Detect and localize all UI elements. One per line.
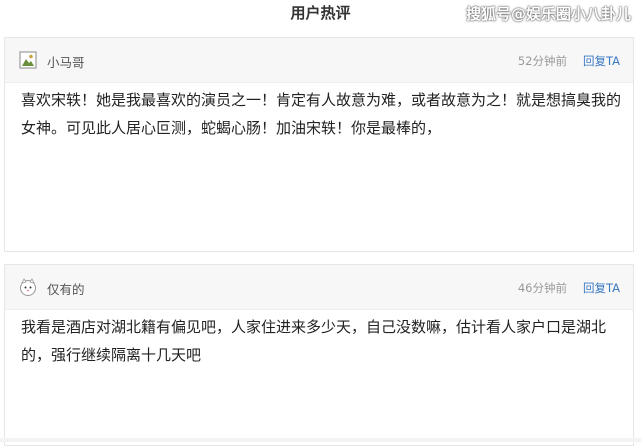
comment-header: 小马哥 52分钟前 回复TA [5, 38, 633, 83]
cat-avatar-icon[interactable] [19, 278, 37, 296]
user-avatar-icon[interactable] [19, 51, 37, 69]
bottom-divider [0, 438, 641, 442]
header: 用户热评 搜狐号@娱乐圈小八卦儿 [0, 0, 641, 32]
comment-username[interactable]: 仅有的 [47, 279, 85, 298]
comment-timestamp: 52分钟前 [517, 54, 567, 68]
comment-card: 仅有的 46分钟前 回复TA 我看是酒店对湖北籍有偏见吧，人家住进来多少天，自己… [4, 264, 634, 446]
comment-card: 小马哥 52分钟前 回复TA 喜欢宋轶！她是我最喜欢的演员之一！肯定有人故意为难… [4, 37, 634, 252]
watermark: 搜狐号@娱乐圈小八卦儿 [465, 5, 631, 23]
comment-header: 仅有的 46分钟前 回复TA [5, 265, 633, 310]
comment-timestamp: 46分钟前 [517, 281, 567, 295]
comment-text: 喜欢宋轶！她是我最喜欢的演员之一！肯定有人故意为难，或者故意为之！就是想搞臭我的… [21, 91, 622, 137]
reply-button[interactable]: 回复TA [583, 53, 620, 69]
comment-text: 我看是酒店对湖北籍有偏见吧，人家住进来多少天，自己没数嘛，估计看人家户口是湖北的… [21, 318, 607, 364]
reply-button[interactable]: 回复TA [583, 280, 620, 296]
comment-username[interactable]: 小马哥 [47, 52, 85, 71]
